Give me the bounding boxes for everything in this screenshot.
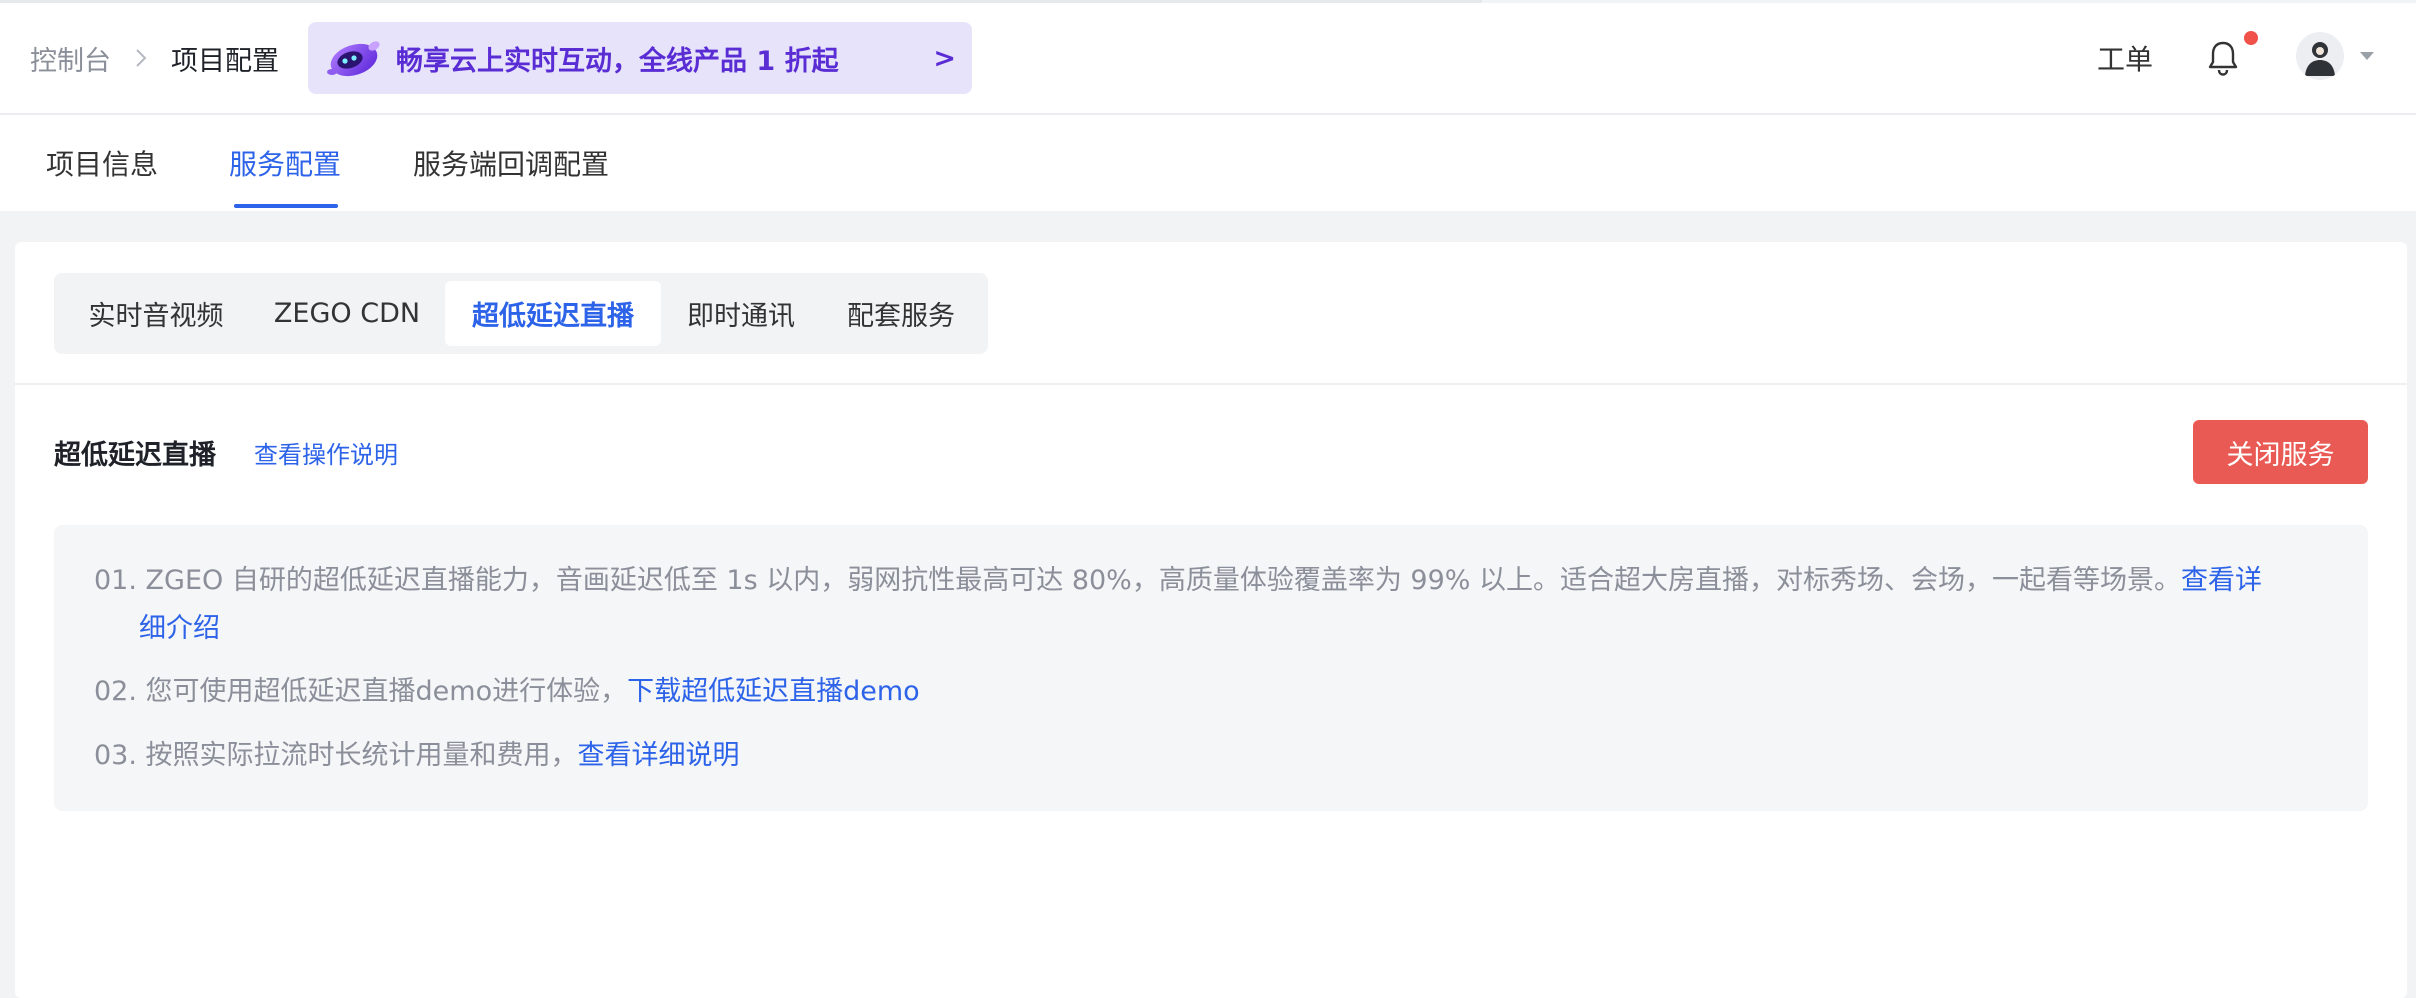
divider — [15, 383, 2407, 385]
tab-server-callback-config[interactable]: 服务端回调配置 — [413, 115, 609, 211]
top-header: 控制台 项目配置 畅享云上实时互动，全线产品 1 折起 > 工单 — [0, 3, 2416, 115]
download-demo-link[interactable]: 下载超低延迟直播demo — [627, 676, 920, 707]
close-service-button[interactable]: 关闭服务 — [2193, 420, 2368, 484]
robot-mascot-icon — [327, 41, 380, 77]
breadcrumb-current: 项目配置 — [171, 45, 279, 77]
bell-icon[interactable] — [2206, 39, 2240, 77]
subtab-supporting-services[interactable]: 配套服务 — [832, 281, 970, 346]
description-item: 02. 您可使用超低延迟直播demo进行体验，下载超低延迟直播demo — [94, 668, 920, 716]
notification-dot — [2244, 31, 2258, 45]
view-details-link[interactable]: 查看详 — [2181, 565, 2262, 596]
user-avatar-icon — [2305, 42, 2335, 76]
tab-service-config[interactable]: 服务配置 — [229, 115, 341, 211]
subtab-ultra-low-latency-live[interactable]: 超低延迟直播 — [445, 281, 661, 346]
description-text: 02. 您可使用超低延迟直播demo进行体验， — [94, 676, 628, 707]
description-text: 03. 按照实际拉流时长统计用量和费用， — [94, 740, 578, 771]
avatar[interactable] — [2296, 32, 2344, 80]
tab-project-info[interactable]: 项目信息 — [46, 115, 158, 211]
subtab-zego-cdn[interactable]: ZEGO CDN — [256, 281, 438, 346]
subtab-instant-messaging[interactable]: 即时通讯 — [670, 281, 812, 346]
view-details-link-continued[interactable]: 细介绍 — [139, 605, 220, 653]
promo-banner[interactable]: 畅享云上实时互动，全线产品 1 折起 > — [308, 22, 972, 94]
view-billing-details-link[interactable]: 查看详细说明 — [578, 740, 740, 771]
promo-arrow: > — [933, 42, 956, 74]
chevron-right-icon — [133, 47, 149, 69]
promo-text: 畅享云上实时互动，全线产品 1 折起 — [396, 45, 839, 77]
description-item: 01. ZGEO 自研的超低延迟直播能力，音画延迟低至 1s 以内，弱网抗性最高… — [94, 557, 2262, 605]
section-title: 超低延迟直播 — [54, 439, 216, 471]
description-text: 01. ZGEO 自研的超低延迟直播能力，音画延迟低至 1s 以内，弱网抗性最高… — [94, 565, 2182, 596]
breadcrumb-console-link[interactable]: 控制台 — [30, 39, 111, 78]
description-item: 03. 按照实际拉流时长统计用量和费用，查看详细说明 — [94, 732, 740, 780]
active-tab-indicator — [234, 204, 338, 208]
chevron-down-icon[interactable] — [2358, 47, 2376, 65]
ticket-link[interactable]: 工单 — [2097, 3, 2153, 113]
breadcrumb: 控制台 项目配置 — [30, 3, 279, 113]
view-instructions-link[interactable]: 查看操作说明 — [254, 430, 398, 474]
subtab-realtime-av[interactable]: 实时音视频 — [70, 281, 242, 346]
main-tab-bar: 项目信息 服务配置 服务端回调配置 — [0, 115, 2416, 211]
